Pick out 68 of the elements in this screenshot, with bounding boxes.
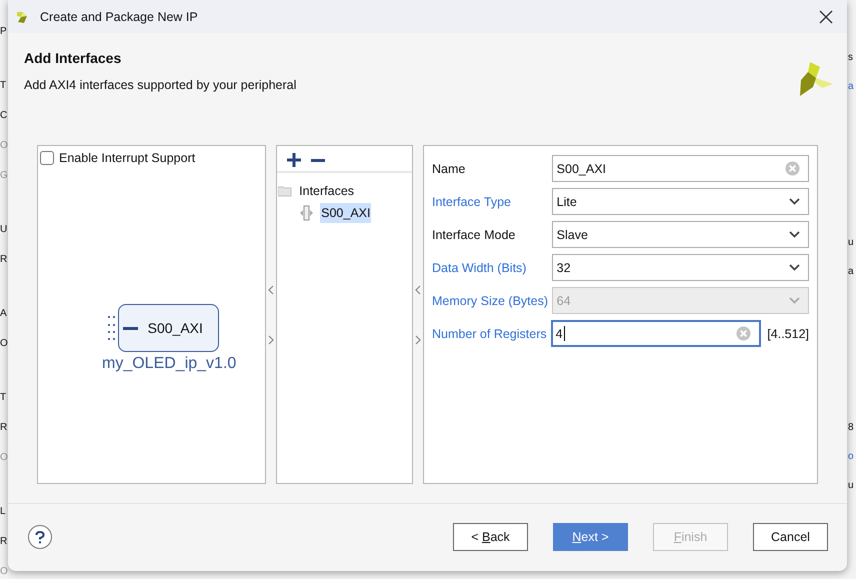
background-text: s — [848, 51, 854, 65]
minus-icon[interactable] — [122, 326, 138, 330]
field-value: 64 — [556, 294, 572, 308]
background-text: R — [0, 535, 8, 549]
checkbox[interactable] — [40, 151, 54, 165]
field-value: S00_AXI — [556, 162, 608, 176]
question-icon — [35, 530, 45, 544]
field-link-label[interactable]: Data Width (Bits) — [432, 260, 552, 274]
port-label: S00_AXI — [148, 320, 203, 336]
drag-handle-icon[interactable] — [108, 316, 116, 340]
remove-icon[interactable] — [311, 158, 326, 162]
add-icon[interactable] — [287, 153, 302, 167]
background-text: R — [0, 421, 8, 435]
help-button[interactable] — [28, 525, 52, 549]
background-text: U — [0, 223, 8, 237]
field-link-label[interactable]: Number of Registers — [432, 326, 551, 340]
field-value: Lite — [556, 194, 578, 208]
background-text: T — [0, 391, 8, 405]
background-text: O — [0, 451, 8, 465]
page-subtitle: Add AXI4 interfaces supported by your peripheral — [24, 78, 296, 92]
interface-icon — [300, 205, 314, 221]
background-text: 8 — [848, 421, 854, 435]
dropdown[interactable]: Slave — [552, 221, 809, 248]
ip-name: my_OLED_ip_v1.0 — [102, 355, 236, 373]
background-text: a — [848, 265, 854, 279]
background-text: O — [0, 337, 8, 351]
field-link-label[interactable]: Interface Type — [432, 194, 552, 208]
background-text: C — [0, 109, 8, 123]
field-value: 4 — [556, 326, 566, 341]
tree-item[interactable]: S00_AXI — [320, 203, 372, 223]
folder-icon — [278, 186, 292, 196]
background-text: G — [0, 169, 8, 183]
background-text: P — [0, 25, 8, 39]
background-text: T — [0, 79, 8, 93]
field-value: Slave — [556, 228, 589, 242]
window-title: Create and Package New IP — [40, 10, 199, 24]
background-text: u — [848, 479, 854, 493]
field-label: Name — [432, 162, 466, 176]
dropdown[interactable]: Lite — [552, 188, 809, 215]
chevron-down-icon — [789, 231, 800, 238]
background-text: u — [848, 236, 854, 250]
background-text: O — [0, 565, 8, 579]
background-text: A — [0, 307, 8, 321]
input-field[interactable]: 4 — [550, 320, 762, 347]
checkbox-label: Enable Interrupt Support — [59, 151, 196, 165]
background-text: R — [0, 253, 8, 267]
background-text: O — [0, 139, 8, 153]
dropdown[interactable]: 32 — [552, 254, 809, 281]
page-title: Add Interfaces — [24, 50, 122, 66]
chevron-down-icon — [789, 264, 800, 271]
field-label: Interface Mode — [432, 228, 516, 242]
dialog-button[interactable]: Next > — [553, 523, 628, 551]
collapse-icon[interactable] — [415, 284, 422, 294]
expand-icon[interactable] — [268, 334, 274, 344]
logo-icon — [800, 62, 833, 96]
chevron-down-icon — [789, 198, 800, 205]
field-value: 32 — [556, 260, 572, 274]
collapse-icon[interactable] — [268, 284, 274, 294]
range-hint: [4..512] — [767, 326, 809, 340]
interrupt-checkbox[interactable]: Enable Interrupt Support — [40, 151, 266, 165]
background-text: L — [0, 505, 7, 519]
dialog-button[interactable]: Cancel — [753, 523, 828, 551]
dialog-button[interactable]: < Back — [453, 523, 528, 551]
tree-item[interactable]: Interfaces — [298, 181, 356, 201]
expand-icon[interactable] — [415, 334, 422, 344]
close-icon[interactable] — [819, 10, 833, 24]
input-field[interactable]: S00_AXI — [552, 155, 809, 182]
chevron-down-icon — [789, 297, 800, 304]
